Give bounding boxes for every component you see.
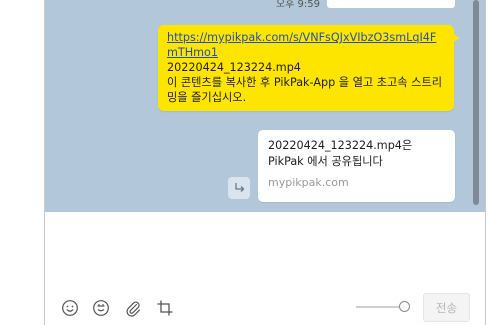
message-list: 오후 9:59 https://mypikpak.com/s/VNFsQJxVI… [45, 0, 485, 212]
emoticon-icon[interactable] [91, 298, 111, 318]
share-button[interactable] [228, 177, 250, 199]
message-text: 이 콘텐츠를 복사한 후 PikPak-App 을 열고 초고속 스트리밍을 즐… [167, 76, 443, 104]
message-input[interactable] [45, 212, 485, 287]
opacity-slider-handle[interactable] [399, 301, 410, 312]
input-area: 전송 [45, 212, 485, 325]
message-time: 오후 9:59 [275, 0, 320, 10]
emoji-icon[interactable] [60, 298, 80, 318]
crop-icon[interactable] [155, 298, 175, 318]
chat-window: 오후 9:59 https://mypikpak.com/s/VNFsQJxVI… [44, 0, 486, 325]
previous-message-thumbnail[interactable] [327, 0, 455, 8]
attach-icon[interactable] [123, 298, 143, 318]
scrollbar[interactable] [473, 0, 479, 205]
share-link[interactable]: https://mypikpak.com/s/VNFsQJxVIbzO3smLq… [167, 31, 436, 59]
sent-message-bubble[interactable]: https://mypikpak.com/s/VNFsQJxVIbzO3smLq… [158, 25, 460, 111]
link-preview-domain: mypikpak.com [268, 176, 349, 189]
share-arrow-icon [233, 179, 245, 198]
send-button[interactable]: 전송 [423, 293, 470, 322]
link-preview-subtitle: PikPak 에서 공유됩니다 [268, 155, 383, 168]
link-preview-card[interactable]: 20220424_123224.mp4은 PikPak 에서 공유됩니다 myp… [258, 130, 455, 202]
message-filename: 20220424_123224.mp4 [167, 61, 301, 74]
link-preview-title: 20220424_123224.mp4은 [268, 139, 413, 152]
